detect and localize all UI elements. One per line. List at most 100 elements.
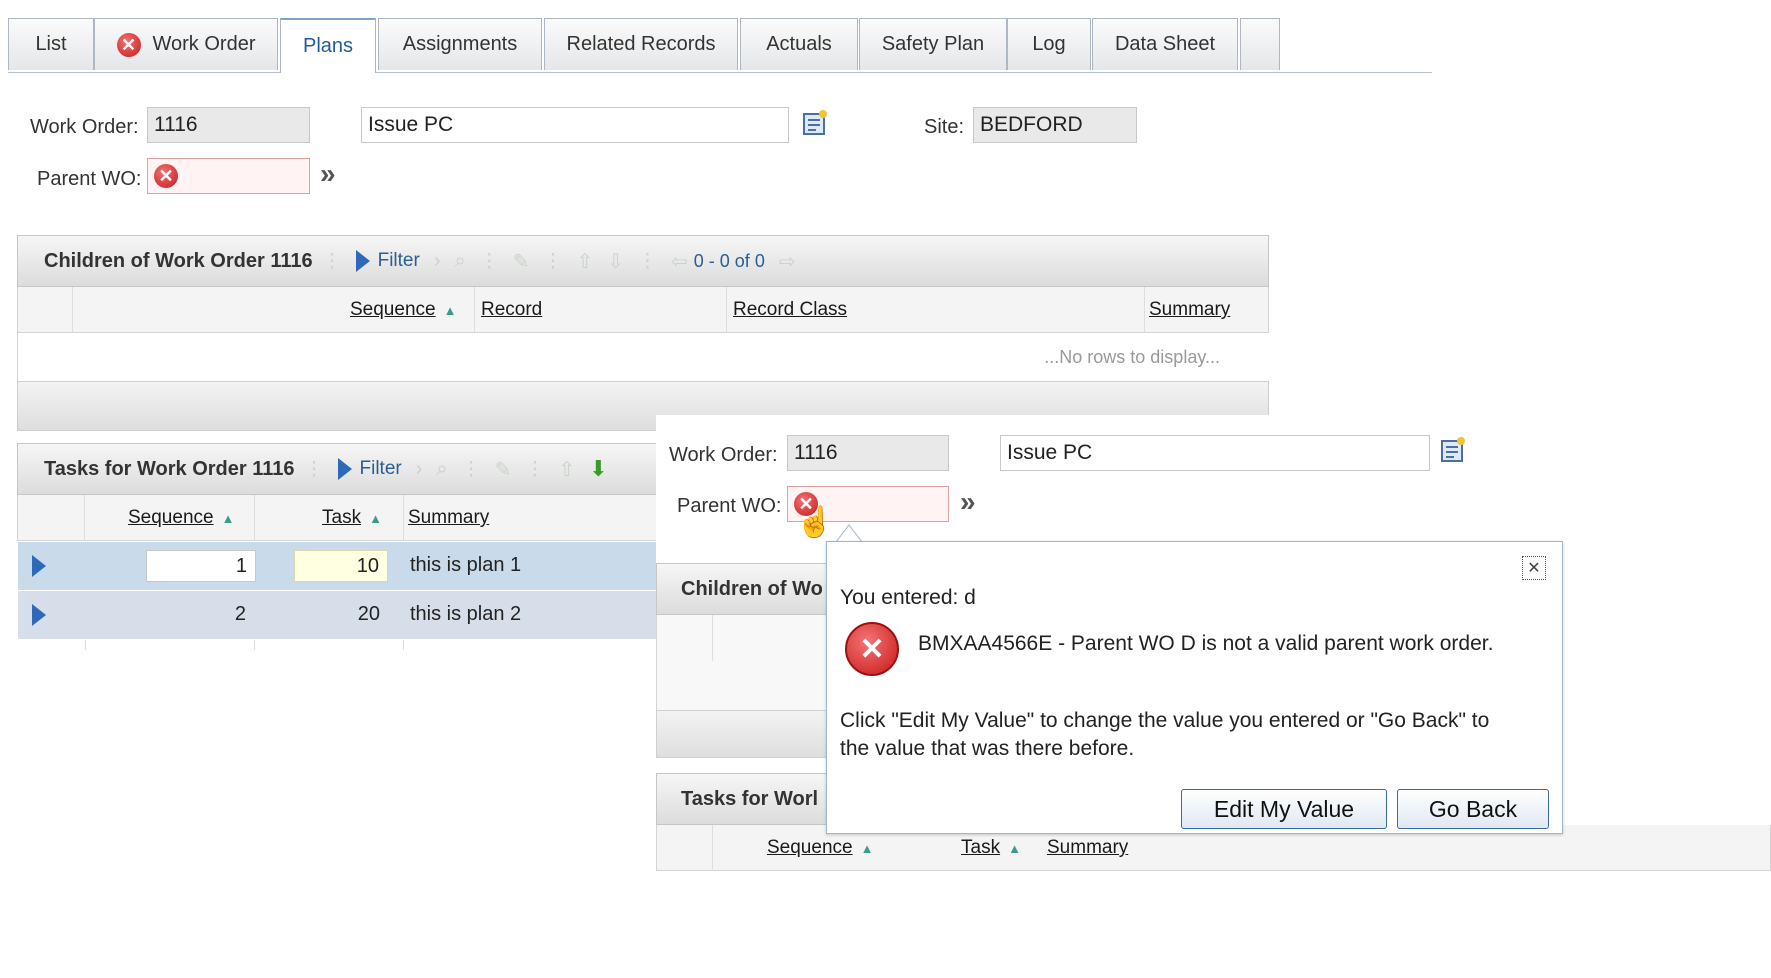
divider [85, 640, 86, 650]
arrow-up-icon[interactable]: ⇧ [576, 249, 593, 274]
entered-value-text: You entered: d [840, 586, 976, 609]
children-table-body [656, 615, 837, 710]
section-title: Tasks for Worl [681, 787, 819, 810]
description-field[interactable]: Issue PC [1000, 435, 1430, 471]
tab-label: Data Sheet [1114, 33, 1216, 55]
tab-label: Assignments [402, 33, 518, 55]
table-toolbar: ⋮ Filter › ⌕ ⋮ ✎ ⋮ ⇧ ⬇ [305, 456, 608, 482]
column-record[interactable]: Record [481, 299, 542, 321]
section-title: Children of Wo [681, 577, 823, 600]
long-description-icon[interactable] [1438, 435, 1468, 470]
sort-icon: ▲ [221, 511, 235, 526]
close-icon[interactable]: ✕ [1522, 556, 1546, 580]
tab-log[interactable]: Log [1007, 18, 1091, 70]
tab-label: Plans [302, 35, 354, 57]
detail-menu-icon[interactable]: » [320, 158, 336, 190]
column-task[interactable]: Task ▲ [322, 507, 382, 529]
tab-plans[interactable]: Plans [280, 18, 376, 73]
table-toolbar: ⋮ Filter › ⌕ ⋮ ✎ ⋮ ⇧ ⇩ ⋮ ⇦ 0 - 0 of 0 ⇨ [323, 249, 796, 274]
search-icon[interactable]: ⌕ [436, 458, 447, 481]
tab-assignments[interactable]: Assignments [378, 18, 542, 70]
children-section-header: Children of Wo [656, 563, 836, 615]
tab-related-records[interactable]: Related Records [544, 18, 738, 70]
sort-icon: ▲ [1008, 841, 1021, 856]
tab-label: Related Records [566, 33, 716, 55]
summary-cell[interactable]: this is plan 1 [410, 554, 521, 577]
column-sequence[interactable]: Sequence ▲ [767, 837, 873, 859]
section-title: Tasks for Work Order 1116 [44, 457, 295, 480]
tab-label: Work Order [152, 33, 256, 55]
filter-link[interactable]: Filter [378, 250, 420, 272]
column-summary[interactable]: Summary [1149, 299, 1230, 321]
children-section-footer [656, 710, 836, 758]
column-sequence[interactable]: Sequence ▲ [350, 299, 456, 321]
filter-link[interactable]: Filter [360, 458, 402, 480]
separator: ⋮ [322, 250, 342, 272]
sort-icon: ▲ [369, 511, 382, 526]
no-rows-text: ...No rows to display... [1044, 347, 1220, 367]
paging-text: 0 - 0 of 0 [693, 250, 765, 271]
arrow-up-icon[interactable]: ⇧ [558, 457, 575, 482]
sort-icon: ▲ [860, 841, 874, 856]
expand-row-icon[interactable] [32, 555, 46, 577]
column-record-class[interactable]: Record Class [733, 299, 847, 321]
tab-more[interactable] [1240, 18, 1280, 70]
column-summary[interactable]: Summary [1047, 837, 1128, 859]
expand-row-icon[interactable] [32, 604, 46, 626]
clear-filter-icon[interactable]: ✎ [495, 457, 512, 482]
long-description-icon[interactable] [800, 108, 830, 143]
description-field[interactable]: Issue PC [361, 107, 789, 143]
summary-cell[interactable]: this is plan 2 [410, 603, 521, 626]
tasks-section-header: Tasks for Worl [656, 773, 836, 825]
tab-bar: List ✕ Work Order Plans Assignments Rela… [8, 18, 1432, 73]
tab-work-order[interactable]: ✕ Work Order [94, 18, 278, 70]
children-section-header: Children of Work Order 1116 ⋮ Filter › ⌕… [17, 235, 1269, 287]
separator: ⋮ [525, 458, 545, 480]
error-icon[interactable]: ✕ [154, 164, 178, 188]
error-dialog: ✕ You entered: d ✕ BMXAA4566E - Parent W… [826, 541, 1563, 834]
work-order-label: Work Order: [30, 116, 139, 138]
tab-safety-plan[interactable]: Safety Plan [859, 18, 1007, 70]
dialog-pointer [834, 524, 864, 543]
column-summary[interactable]: Summary [408, 507, 489, 529]
filter-arrow-icon[interactable] [355, 250, 370, 272]
task-cell[interactable]: 20 [294, 603, 380, 626]
filter-arrow-icon[interactable] [337, 458, 352, 480]
edit-my-value-button[interactable]: Edit My Value [1181, 789, 1387, 829]
chevron-right-icon[interactable]: › [434, 250, 441, 273]
sort-icon: ▲ [443, 303, 457, 318]
hand-cursor-icon: ☝ [796, 506, 834, 539]
sequence-cell[interactable]: 2 [146, 603, 246, 626]
section-title: Children of Work Order 1116 [44, 249, 313, 272]
tab-label: List [35, 33, 67, 55]
parent-wo-label: Parent WO: [677, 495, 782, 517]
instruction-text: Click "Edit My Value" to change the valu… [840, 709, 1490, 760]
tab-data-sheet[interactable]: Data Sheet [1092, 18, 1238, 70]
arrow-down-icon[interactable]: ⬇ [589, 456, 607, 482]
sequence-input[interactable]: 1 [146, 550, 256, 582]
site-field[interactable]: BEDFORD [973, 107, 1137, 143]
tab-label: Actuals [766, 33, 832, 55]
search-icon[interactable]: ⌕ [455, 250, 466, 273]
column-task[interactable]: Task ▲ [961, 837, 1021, 859]
tab-actuals[interactable]: Actuals [740, 18, 858, 70]
work-order-field[interactable]: 1116 [787, 435, 949, 471]
previous-page-icon[interactable]: ⇦ [671, 249, 688, 274]
error-icon: ✕ [845, 622, 899, 676]
clear-filter-icon[interactable]: ✎ [513, 249, 530, 274]
task-input[interactable]: 10 [294, 550, 388, 582]
column-sequence[interactable]: Sequence ▲ [128, 507, 234, 529]
go-back-button[interactable]: Go Back [1397, 789, 1549, 829]
parent-wo-field[interactable]: ✕ [147, 158, 310, 194]
tab-label: Safety Plan [881, 33, 985, 55]
tab-list[interactable]: List [8, 18, 94, 70]
divider [403, 640, 404, 650]
parent-wo-label: Parent WO: [37, 168, 142, 190]
detail-menu-icon[interactable]: » [960, 486, 976, 518]
separator: ⋮ [479, 250, 499, 272]
work-order-field[interactable]: 1116 [147, 107, 310, 143]
children-column-header: Sequence ▲ Record Record Class Summary [17, 287, 1269, 333]
arrow-down-icon[interactable]: ⇩ [607, 249, 624, 274]
chevron-right-icon[interactable]: › [416, 458, 423, 481]
next-page-icon[interactable]: ⇨ [779, 249, 796, 274]
